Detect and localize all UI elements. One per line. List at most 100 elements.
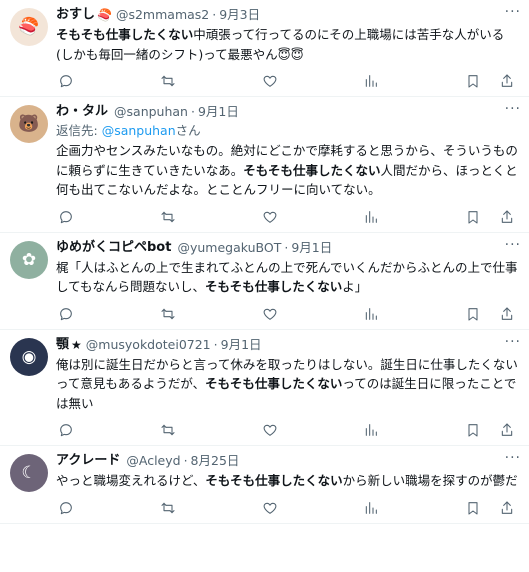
more-icon[interactable]: ··· xyxy=(505,4,521,20)
reply-suffix: さん xyxy=(175,123,201,138)
avatar[interactable]: ☾ xyxy=(10,454,48,492)
share-icon[interactable] xyxy=(497,71,517,91)
user-handle[interactable]: @musyokdotei0721 xyxy=(86,336,211,354)
separator-dot: · xyxy=(284,239,289,255)
avatar[interactable]: 🍣 xyxy=(10,8,48,46)
user-handle[interactable]: @sanpuhan xyxy=(114,103,188,121)
highlighted-keyword: そもそも仕事したくない xyxy=(243,162,381,178)
highlighted-keyword: そもそも仕事したくない xyxy=(56,27,194,42)
separator-dot: · xyxy=(212,7,217,22)
tweet[interactable]: ✿ ··· ゆめがくコピペbot @yumegakuBOT · 9月1日 梶「人… xyxy=(0,233,529,330)
reply-icon[interactable] xyxy=(56,498,76,518)
tweet-date[interactable]: 9月1日 xyxy=(291,239,332,257)
like-icon[interactable] xyxy=(260,304,280,324)
display-name[interactable]: 顎 xyxy=(56,336,69,354)
share-icon[interactable] xyxy=(497,304,517,324)
reply-label: 返信先: xyxy=(56,123,102,138)
tweet[interactable]: ☾ ··· アクレード @Acleyd · 8月25日 やっと職場変えれるけど、… xyxy=(0,446,529,524)
separator-dot: · xyxy=(190,104,195,119)
share-icon[interactable] xyxy=(497,207,517,227)
bookmark-icon[interactable] xyxy=(463,498,483,518)
separator-dot: · xyxy=(213,336,218,352)
tweet[interactable]: 🍣 ··· おすし 🍣 @s2mmamas2 · 9月3日 そもそも仕事したくな… xyxy=(0,0,529,97)
reply-icon[interactable] xyxy=(56,304,76,324)
timeline: 🍣 ··· おすし 🍣 @s2mmamas2 · 9月3日 そもそも仕事したくな… xyxy=(0,0,529,524)
share-icon[interactable] xyxy=(497,420,517,440)
retweet-icon[interactable] xyxy=(158,304,178,324)
action-bar xyxy=(56,415,519,445)
display-name[interactable]: わ・タル xyxy=(56,103,108,121)
action-bar xyxy=(56,493,519,523)
highlighted-keyword: そもそも仕事したくない xyxy=(205,473,343,488)
name-emoji: ★ xyxy=(71,337,82,352)
text-segment: よ」 xyxy=(342,279,368,294)
reply-icon[interactable] xyxy=(56,207,76,227)
tweet-header: 顎 ★ @musyokdotei0721 · 9月1日 xyxy=(56,336,519,354)
retweet-icon[interactable] xyxy=(158,498,178,518)
tweet-date[interactable]: 9月1日 xyxy=(198,103,239,121)
views-icon[interactable] xyxy=(361,71,381,91)
text-segment: から新しい職場を探すのが鬱だ xyxy=(342,473,518,488)
reply-to: 返信先: @sanpuhanさん xyxy=(56,121,519,140)
retweet-icon[interactable] xyxy=(158,71,178,91)
tweet-text: そもそも仕事したくない中頑張って行ってるのにその上職場には苦手な人がいる(しかも… xyxy=(56,25,519,64)
highlighted-keyword: そもそも仕事したくない xyxy=(205,376,343,391)
bookmark-icon[interactable] xyxy=(463,71,483,91)
bookmark-icon[interactable] xyxy=(463,304,483,324)
more-icon[interactable]: ··· xyxy=(505,334,521,350)
reply-icon[interactable] xyxy=(56,71,76,91)
views-icon[interactable] xyxy=(361,420,381,440)
reply-mention[interactable]: @sanpuhan xyxy=(102,123,176,138)
views-icon[interactable] xyxy=(361,207,381,227)
bookmark-icon[interactable] xyxy=(463,207,483,227)
share-icon[interactable] xyxy=(497,498,517,518)
tweet[interactable]: ◉ ··· 顎 ★ @musyokdotei0721 · 9月1日 俺は別に誕生… xyxy=(0,330,529,446)
action-bar xyxy=(56,202,519,232)
right-actions xyxy=(463,498,517,518)
tweet-date[interactable]: 9月1日 xyxy=(221,336,262,354)
display-name[interactable]: おすし xyxy=(56,6,95,24)
like-icon[interactable] xyxy=(260,71,280,91)
reply-icon[interactable] xyxy=(56,420,76,440)
avatar[interactable]: 🐻 xyxy=(10,105,48,143)
tweet-text: 梶「人はふとんの上で生まれてふとんの上で死んでいくんだからふとんの上で仕事しても… xyxy=(56,258,519,297)
avatar[interactable]: ◉ xyxy=(10,337,48,376)
retweet-icon[interactable] xyxy=(158,207,178,227)
name-emoji: 🍣 xyxy=(97,8,112,22)
like-icon[interactable] xyxy=(260,207,280,227)
tweet-date[interactable]: 8月25日 xyxy=(191,452,240,470)
text-segment: やっと職場変えれるけど、 xyxy=(56,473,206,488)
right-actions xyxy=(463,420,517,440)
right-actions xyxy=(463,71,517,91)
tweet-text: やっと職場変えれるけど、そもそも仕事したくないから新しい職場を探すのが鬱だ xyxy=(56,471,519,491)
action-bar xyxy=(56,299,519,329)
more-icon[interactable]: ··· xyxy=(505,237,521,253)
tweet-header: わ・タル @sanpuhan · 9月1日 xyxy=(56,103,519,121)
tweet-text: 企画力やセンスみたいなもの。絶対にどこかで摩耗すると思うから、そういうものに頼ら… xyxy=(56,141,519,200)
more-icon[interactable]: ··· xyxy=(505,101,521,117)
tweet-header: おすし 🍣 @s2mmamas2 · 9月3日 xyxy=(56,6,519,24)
highlighted-keyword: そもそも仕事したくない xyxy=(205,279,343,294)
tweet-header: アクレード @Acleyd · 8月25日 xyxy=(56,452,519,470)
display-name[interactable]: アクレード xyxy=(56,452,120,470)
user-handle[interactable]: @s2mmamas2 xyxy=(116,6,209,24)
user-handle[interactable]: @Acleyd xyxy=(126,452,180,470)
avatar[interactable]: ✿ xyxy=(10,240,48,279)
views-icon[interactable] xyxy=(361,498,381,518)
views-icon[interactable] xyxy=(361,304,381,324)
user-handle[interactable]: @yumegakuBOT xyxy=(177,239,281,257)
tweet-text: 俺は別に誕生日だからと言って休みを取ったりはしない。誕生日に仕事したくない って… xyxy=(56,355,529,414)
bookmark-icon[interactable] xyxy=(463,420,483,440)
display-name[interactable]: ゆめがくコピペbot xyxy=(56,239,171,257)
tweet-header: ゆめがくコピペbot @yumegakuBOT · 9月1日 xyxy=(56,239,519,257)
more-icon[interactable]: ··· xyxy=(505,450,521,466)
right-actions xyxy=(463,207,517,227)
action-bar xyxy=(56,66,519,96)
tweet-date[interactable]: 9月3日 xyxy=(219,6,260,24)
retweet-icon[interactable] xyxy=(158,420,178,440)
tweet[interactable]: 🐻 ··· わ・タル @sanpuhan · 9月1日 返信先: @sanpuh… xyxy=(0,97,529,233)
right-actions xyxy=(463,304,517,324)
like-icon[interactable] xyxy=(260,498,280,518)
like-icon[interactable] xyxy=(260,420,280,440)
separator-dot: · xyxy=(183,453,188,468)
